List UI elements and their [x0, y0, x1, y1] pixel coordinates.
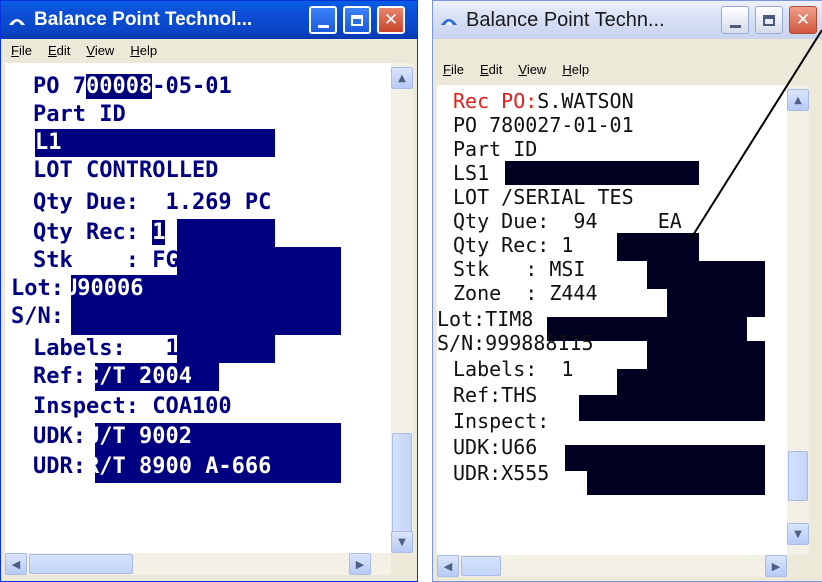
annotation-line: [689, 29, 822, 241]
